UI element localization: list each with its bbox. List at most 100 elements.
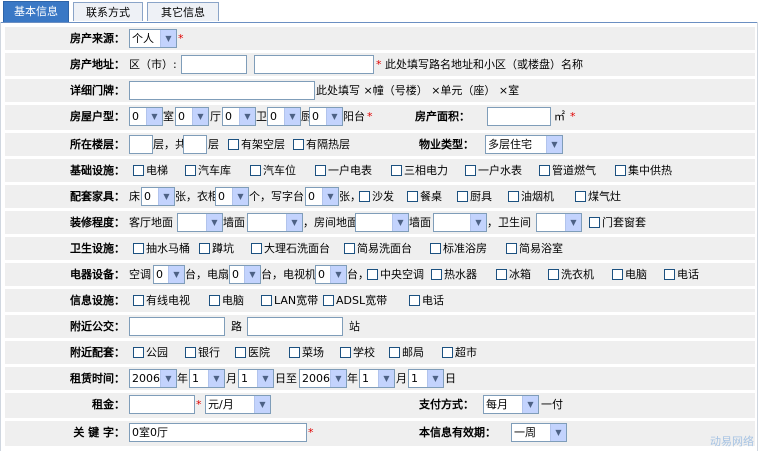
checkbox-water-heater[interactable] bbox=[431, 269, 442, 280]
checkbox-info-phone[interactable] bbox=[409, 295, 420, 306]
rent-unit-select[interactable]: 元/月 ▼ bbox=[205, 395, 271, 414]
checkbox-park[interactable] bbox=[133, 347, 144, 358]
label-central-ac: 中央空调 bbox=[380, 268, 424, 281]
hall-wall-select[interactable]: ▼ bbox=[247, 213, 303, 232]
bathroom-select[interactable]: ▼ bbox=[536, 213, 582, 232]
start-year-select[interactable]: 2006 ▼ bbox=[129, 369, 177, 388]
tab-contact[interactable]: 联系方式 bbox=[73, 2, 143, 21]
checkbox-computer[interactable] bbox=[612, 269, 623, 280]
district-input[interactable] bbox=[181, 55, 247, 74]
checkbox-garage[interactable] bbox=[185, 165, 196, 176]
ac-select[interactable]: 0 ▼ bbox=[153, 265, 185, 284]
label-bank: 银行 bbox=[198, 346, 220, 359]
floor-unit: 层，共 bbox=[153, 138, 186, 151]
label-parking: 汽车位 bbox=[263, 164, 296, 177]
kitchens-select[interactable]: 0 ▼ bbox=[267, 107, 301, 126]
end-year-unit: 年 bbox=[347, 372, 358, 385]
checkbox-lan[interactable] bbox=[261, 295, 272, 306]
room-floor-select[interactable]: ▼ bbox=[355, 213, 409, 232]
end-month-select[interactable]: 1 ▼ bbox=[359, 369, 395, 388]
start-day-select[interactable]: 1 ▼ bbox=[238, 369, 274, 388]
tv-select[interactable]: 0 ▼ bbox=[315, 265, 347, 284]
checkbox-dining-table[interactable] bbox=[407, 191, 418, 202]
checkbox-three-phase[interactable] bbox=[391, 165, 402, 176]
label-payment: 支付方式： bbox=[419, 398, 474, 411]
required-star: * bbox=[178, 32, 184, 45]
start-day-unit: 日至 bbox=[275, 372, 297, 385]
station-input[interactable] bbox=[247, 317, 343, 336]
floor-input[interactable] bbox=[129, 135, 153, 154]
chevron-down-icon: ▼ bbox=[257, 370, 273, 387]
tab-basic-info[interactable]: 基本信息 bbox=[3, 1, 69, 22]
checkbox-info-computer[interactable] bbox=[209, 295, 220, 306]
row-nearby: 附近配套： 公园 银行 医院 菜场 学校 邮局 超市 bbox=[5, 341, 755, 364]
checkbox-door-frame[interactable] bbox=[589, 217, 600, 228]
row-source: 房产来源： 个人 ▼ * bbox=[5, 27, 755, 50]
checkbox-parking[interactable] bbox=[250, 165, 261, 176]
balconies-select[interactable]: 0 ▼ bbox=[309, 107, 343, 126]
checkbox-fridge[interactable] bbox=[496, 269, 507, 280]
checkbox-simple-basin[interactable] bbox=[344, 243, 355, 254]
end-year-select[interactable]: 2006 ▼ bbox=[299, 369, 347, 388]
label-lan: LAN宽带 bbox=[274, 294, 319, 307]
label-heating: 集中供热 bbox=[628, 164, 672, 177]
total-floor-input[interactable] bbox=[183, 135, 207, 154]
road-input[interactable] bbox=[129, 317, 225, 336]
checkbox-sofa[interactable] bbox=[359, 191, 370, 202]
checkbox-adsl[interactable] bbox=[323, 295, 334, 306]
end-day-select[interactable]: 1 ▼ bbox=[408, 369, 444, 388]
checkbox-bank[interactable] bbox=[185, 347, 196, 358]
chevron-down-icon: ▼ bbox=[330, 370, 346, 387]
start-year-unit: 年 bbox=[177, 372, 188, 385]
checkbox-phone[interactable] bbox=[664, 269, 675, 280]
halls-select[interactable]: 0 ▼ bbox=[175, 107, 209, 126]
checkbox-hospital[interactable] bbox=[235, 347, 246, 358]
rent-input[interactable] bbox=[129, 395, 195, 414]
payment-select[interactable]: 每月 ▼ bbox=[483, 395, 539, 414]
checkbox-supermarket[interactable] bbox=[442, 347, 453, 358]
room-wall-select[interactable]: ▼ bbox=[433, 213, 487, 232]
validity-select[interactable]: 一周 ▼ bbox=[511, 423, 567, 442]
property-type-select[interactable]: 多层住宅 ▼ bbox=[485, 135, 563, 154]
checkbox-meter[interactable] bbox=[315, 165, 326, 176]
chevron-down-icon: ▼ bbox=[192, 108, 208, 125]
checkbox-water-meter[interactable] bbox=[465, 165, 476, 176]
checkbox-squat-toilet[interactable] bbox=[199, 243, 210, 254]
checkbox-cable-tv[interactable] bbox=[133, 295, 144, 306]
keywords-input[interactable]: 0室0厅 bbox=[129, 423, 307, 442]
tab-other-info[interactable]: 其它信息 bbox=[147, 2, 219, 21]
rooms-select[interactable]: 0 ▼ bbox=[129, 107, 163, 126]
checkbox-washer[interactable] bbox=[548, 269, 559, 280]
checkbox-gas-stove[interactable] bbox=[575, 191, 586, 202]
start-month-unit: 月 bbox=[226, 372, 237, 385]
checkbox-standard-shower[interactable] bbox=[430, 243, 441, 254]
address-input[interactable] bbox=[254, 55, 374, 74]
checkbox-school[interactable] bbox=[340, 347, 351, 358]
checkbox-central-ac[interactable] bbox=[367, 269, 378, 280]
door-input[interactable] bbox=[129, 81, 315, 100]
checkbox-range-hood[interactable] bbox=[508, 191, 519, 202]
checkbox-flush-toilet[interactable] bbox=[133, 243, 144, 254]
checkbox-elevator[interactable] bbox=[133, 165, 144, 176]
checkbox-stilt-floor[interactable] bbox=[228, 139, 239, 150]
source-select[interactable]: 个人 ▼ bbox=[129, 29, 177, 48]
checkbox-heating[interactable] bbox=[615, 165, 626, 176]
checkbox-insulation-floor[interactable] bbox=[293, 139, 304, 150]
checkbox-marble-basin[interactable] bbox=[251, 243, 262, 254]
start-month-select[interactable]: 1 ▼ bbox=[189, 369, 225, 388]
desk-select[interactable]: 0 ▼ bbox=[305, 187, 339, 206]
label-computer: 电脑 bbox=[625, 268, 647, 281]
wardrobe-select[interactable]: 0 ▼ bbox=[215, 187, 249, 206]
baths-select[interactable]: 0 ▼ bbox=[222, 107, 256, 126]
checkbox-market[interactable] bbox=[289, 347, 300, 358]
fan-select[interactable]: 0 ▼ bbox=[229, 265, 261, 284]
checkbox-post-office[interactable] bbox=[389, 347, 400, 358]
checkbox-simple-bath[interactable] bbox=[506, 243, 517, 254]
area-input[interactable] bbox=[487, 107, 551, 126]
checkbox-kitchenware[interactable] bbox=[457, 191, 468, 202]
hall-floor-select[interactable]: ▼ bbox=[177, 213, 223, 232]
label-flush-toilet: 抽水马桶 bbox=[146, 242, 190, 255]
label-floor: 所在楼层： bbox=[70, 138, 125, 151]
bed-select[interactable]: 0 ▼ bbox=[141, 187, 175, 206]
checkbox-gas[interactable] bbox=[539, 165, 550, 176]
